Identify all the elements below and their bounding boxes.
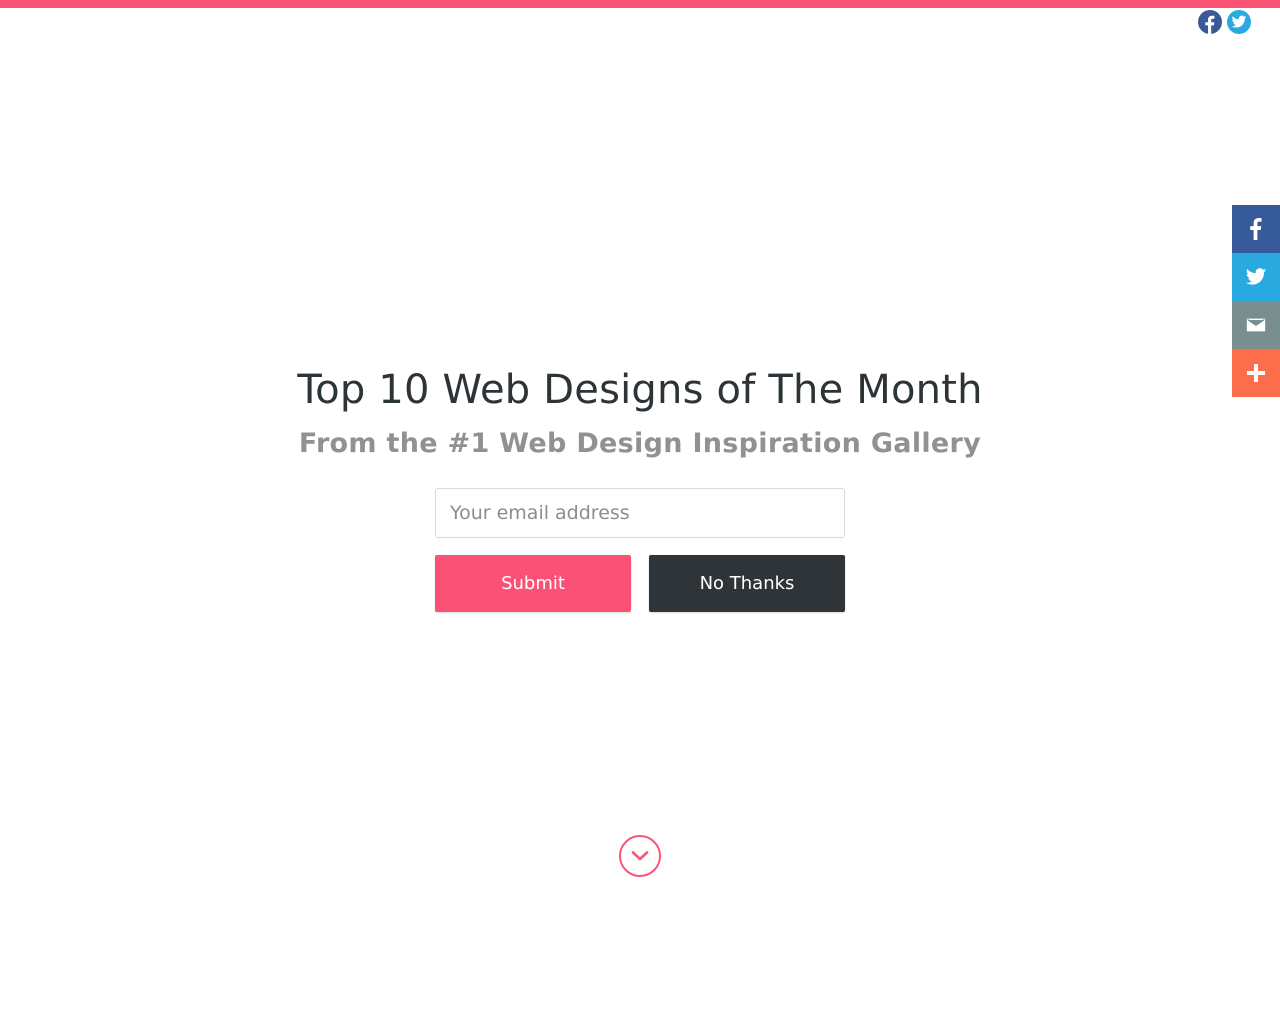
top-accent-bar xyxy=(0,0,1280,8)
facebook-icon xyxy=(1205,15,1215,34)
share-facebook-button[interactable] xyxy=(1232,205,1280,253)
facebook-icon xyxy=(1250,218,1262,240)
scroll-down-button[interactable] xyxy=(619,835,661,877)
signup-hero: Top 10 Web Designs of The Month From the… xyxy=(0,360,1280,612)
email-icon xyxy=(1246,318,1266,332)
header-facebook-button[interactable] xyxy=(1198,10,1222,34)
twitter-icon xyxy=(1231,15,1247,28)
submit-button[interactable]: Submit xyxy=(435,555,631,612)
form-buttons: Submit No Thanks xyxy=(435,555,845,612)
share-twitter-button[interactable] xyxy=(1232,253,1280,301)
signup-form: Submit No Thanks xyxy=(435,488,845,612)
page-title: Top 10 Web Designs of The Month xyxy=(297,367,983,413)
email-input[interactable] xyxy=(435,488,845,538)
chevron-down-icon xyxy=(631,851,649,861)
share-email-button[interactable] xyxy=(1232,301,1280,349)
no-thanks-button[interactable]: No Thanks xyxy=(649,555,845,612)
header-social-links xyxy=(1198,10,1251,34)
header-twitter-button[interactable] xyxy=(1227,10,1251,34)
twitter-icon xyxy=(1245,268,1267,285)
page-subtitle: From the #1 Web Design Inspiration Galle… xyxy=(298,428,982,459)
